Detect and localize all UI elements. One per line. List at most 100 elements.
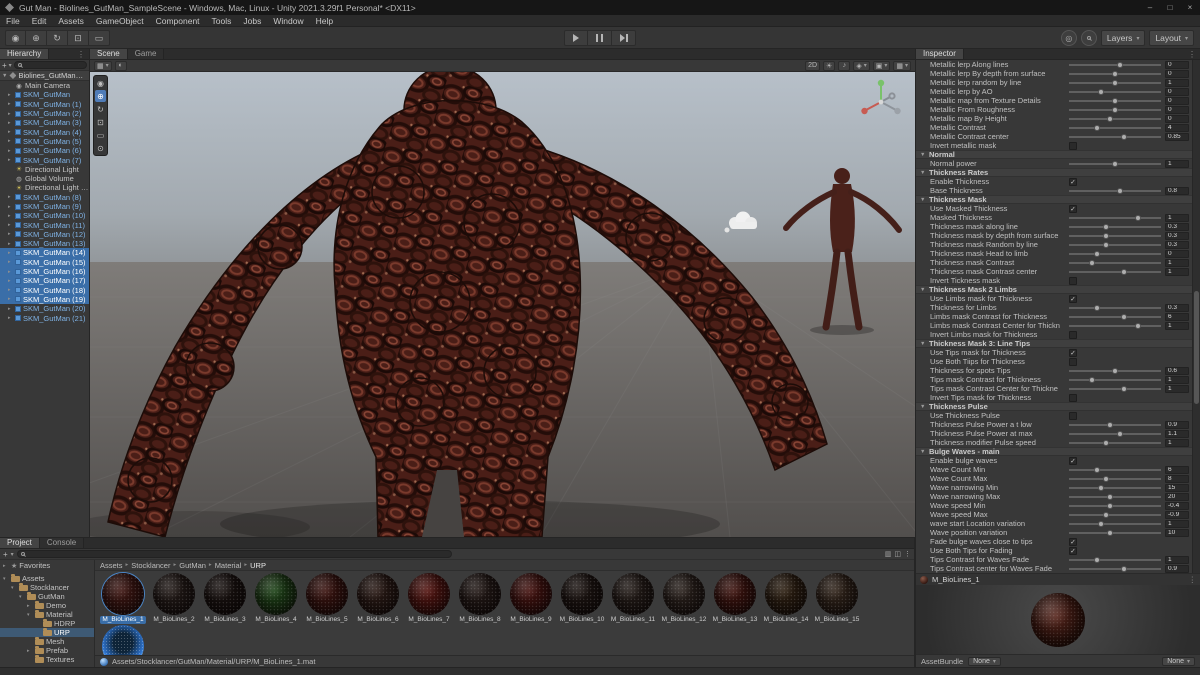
menu-jobs[interactable]: Jobs [237,15,267,27]
value-field[interactable]: 0 [1165,61,1189,69]
checkbox[interactable]: ✓ [1069,205,1077,213]
project-tree-item-urp[interactable]: URP [0,628,94,637]
slider-track[interactable] [1069,64,1161,66]
value-field[interactable]: 0.6 [1165,367,1189,375]
slider-track[interactable] [1069,190,1161,192]
breadcrumb-item[interactable]: URP [250,561,266,570]
slider-track[interactable] [1069,253,1161,255]
project-tree-item-gutman[interactable]: ▾GutMan [0,592,94,601]
move-tool-button[interactable]: ⊕ [26,30,47,46]
slider-thumb[interactable] [1094,557,1100,563]
slider-thumb[interactable] [1107,116,1113,122]
hierarchy-item[interactable]: ▸SKM_GutMan (15) [0,258,89,267]
rect-tool-button[interactable]: ▭ [95,129,106,141]
tab-project[interactable]: Project [0,537,40,548]
hierarchy-item[interactable]: ▸SKM_GutMan (14) [0,248,89,257]
hierarchy-item[interactable]: ☀Directional Light (1) [0,183,89,192]
slider-track[interactable] [1069,379,1161,381]
hierarchy-item[interactable]: ▸SKM_GutMan (5) [0,137,89,146]
inspector-section-header[interactable]: ▼Normal [916,150,1192,159]
value-field[interactable]: 1.1 [1165,430,1189,438]
slider-thumb[interactable] [1098,485,1104,491]
value-field[interactable]: 1 [1165,376,1189,384]
inspector-section-header[interactable]: ▼Thickness Mask 3: Line Tips [916,339,1192,348]
play-button[interactable] [564,30,588,46]
menu-gameobject[interactable]: GameObject [90,15,150,27]
slider-track[interactable] [1069,559,1161,561]
breadcrumb-item[interactable]: Material [215,561,242,570]
slider-track[interactable] [1069,235,1161,237]
slider-track[interactable] [1069,226,1161,228]
asset-M_BioLines_2[interactable]: M_BioLines_2 [149,573,199,624]
value-field[interactable]: 1 [1165,520,1189,528]
tab-inspector[interactable]: Inspector [916,49,964,59]
project-search-input[interactable] [17,550,452,558]
slider-thumb[interactable] [1098,89,1104,95]
slider-thumb[interactable] [1112,368,1118,374]
inspector-section-header[interactable]: ▼Thickness Rates [916,168,1192,177]
value-field[interactable]: 0.3 [1165,223,1189,231]
asset-M_BioLines_1[interactable]: M_BioLines_1 [98,573,148,624]
slider-track[interactable] [1069,127,1161,129]
slider-thumb[interactable] [1094,251,1100,257]
slider-thumb[interactable] [1121,314,1127,320]
value-field[interactable]: 0.3 [1165,304,1189,312]
value-field[interactable]: 6 [1165,313,1189,321]
rect-tool-button[interactable]: ▭ [89,30,110,46]
wireframe-icon[interactable]: ◐ [115,61,127,71]
hierarchy-item[interactable]: ☀Directional Light [0,165,89,174]
value-field[interactable]: 10 [1165,529,1189,537]
scale-tool-button[interactable]: ⊡ [95,116,106,128]
slider-track[interactable] [1069,505,1161,507]
value-field[interactable]: 0.9 [1165,421,1189,429]
checkbox[interactable] [1069,331,1077,339]
breadcrumb-item[interactable]: Assets [100,561,123,570]
project-tree-item-assets[interactable]: ▾Assets [0,574,94,583]
breadcrumb-item[interactable]: Stocklancer [131,561,170,570]
hierarchy-item[interactable]: ▸SKM_GutMan (9) [0,202,89,211]
hierarchy-item[interactable]: ▸SKM_GutMan (11) [0,220,89,229]
slider-thumb[interactable] [1094,467,1100,473]
asset-M_BioLines_3[interactable]: M_BioLines_3 [200,573,250,624]
slider-track[interactable] [1069,496,1161,498]
checkbox[interactable] [1069,394,1077,402]
value-field[interactable]: 1 [1165,385,1189,393]
slider-track[interactable] [1069,478,1161,480]
menu-help[interactable]: Help [310,15,339,27]
hierarchy-item[interactable]: ▸SKM_GutMan (3) [0,118,89,127]
value-field[interactable]: 20 [1165,493,1189,501]
value-field[interactable]: 0 [1165,97,1189,105]
slider-thumb[interactable] [1117,431,1123,437]
slider-thumb[interactable] [1121,134,1127,140]
checkbox[interactable]: ✓ [1069,295,1077,303]
checkbox[interactable]: ✓ [1069,457,1077,465]
hierarchy-item[interactable]: ▸SKM_GutMan (20) [0,304,89,313]
preview-options-icon[interactable]: ⋮ [1189,575,1197,584]
asset-M_BioLines_5[interactable]: M_BioLines_5 [302,573,352,624]
slider-thumb[interactable] [1135,323,1141,329]
slider-thumb[interactable] [1121,269,1127,275]
asset-M_BioLines_15[interactable]: M_BioLines_15 [812,573,862,624]
value-field[interactable]: 0.3 [1165,232,1189,240]
slider-track[interactable] [1069,136,1161,138]
hierarchy-item[interactable]: ▸SKM_GutMan (7) [0,155,89,164]
slider-track[interactable] [1069,91,1161,93]
rotate-tool-button[interactable]: ↻ [47,30,68,46]
value-field[interactable]: 1 [1165,439,1189,447]
asset-M_BioLines_11[interactable]: M_BioLines_11 [608,573,658,624]
maximize-button[interactable]: □ [1160,0,1180,15]
hierarchy-item[interactable]: ▸SKM_GutMan (13) [0,239,89,248]
slider-thumb[interactable] [1117,188,1123,194]
slider-thumb[interactable] [1103,512,1109,518]
checkbox[interactable] [1069,142,1077,150]
hierarchy-item[interactable]: ▸SKM_GutMan (6) [0,146,89,155]
material-preview-area[interactable] [916,585,1200,654]
value-field[interactable]: 8 [1165,475,1189,483]
slider-thumb[interactable] [1107,422,1113,428]
effects-dropdown[interactable]: ◈▾ [853,61,869,71]
slider-track[interactable] [1069,325,1161,327]
slider-track[interactable] [1069,217,1161,219]
value-field[interactable]: 1 [1165,214,1189,222]
scene-3d-render[interactable] [90,72,915,537]
grid-settings-dropdown[interactable]: ▦▾ [893,61,911,71]
